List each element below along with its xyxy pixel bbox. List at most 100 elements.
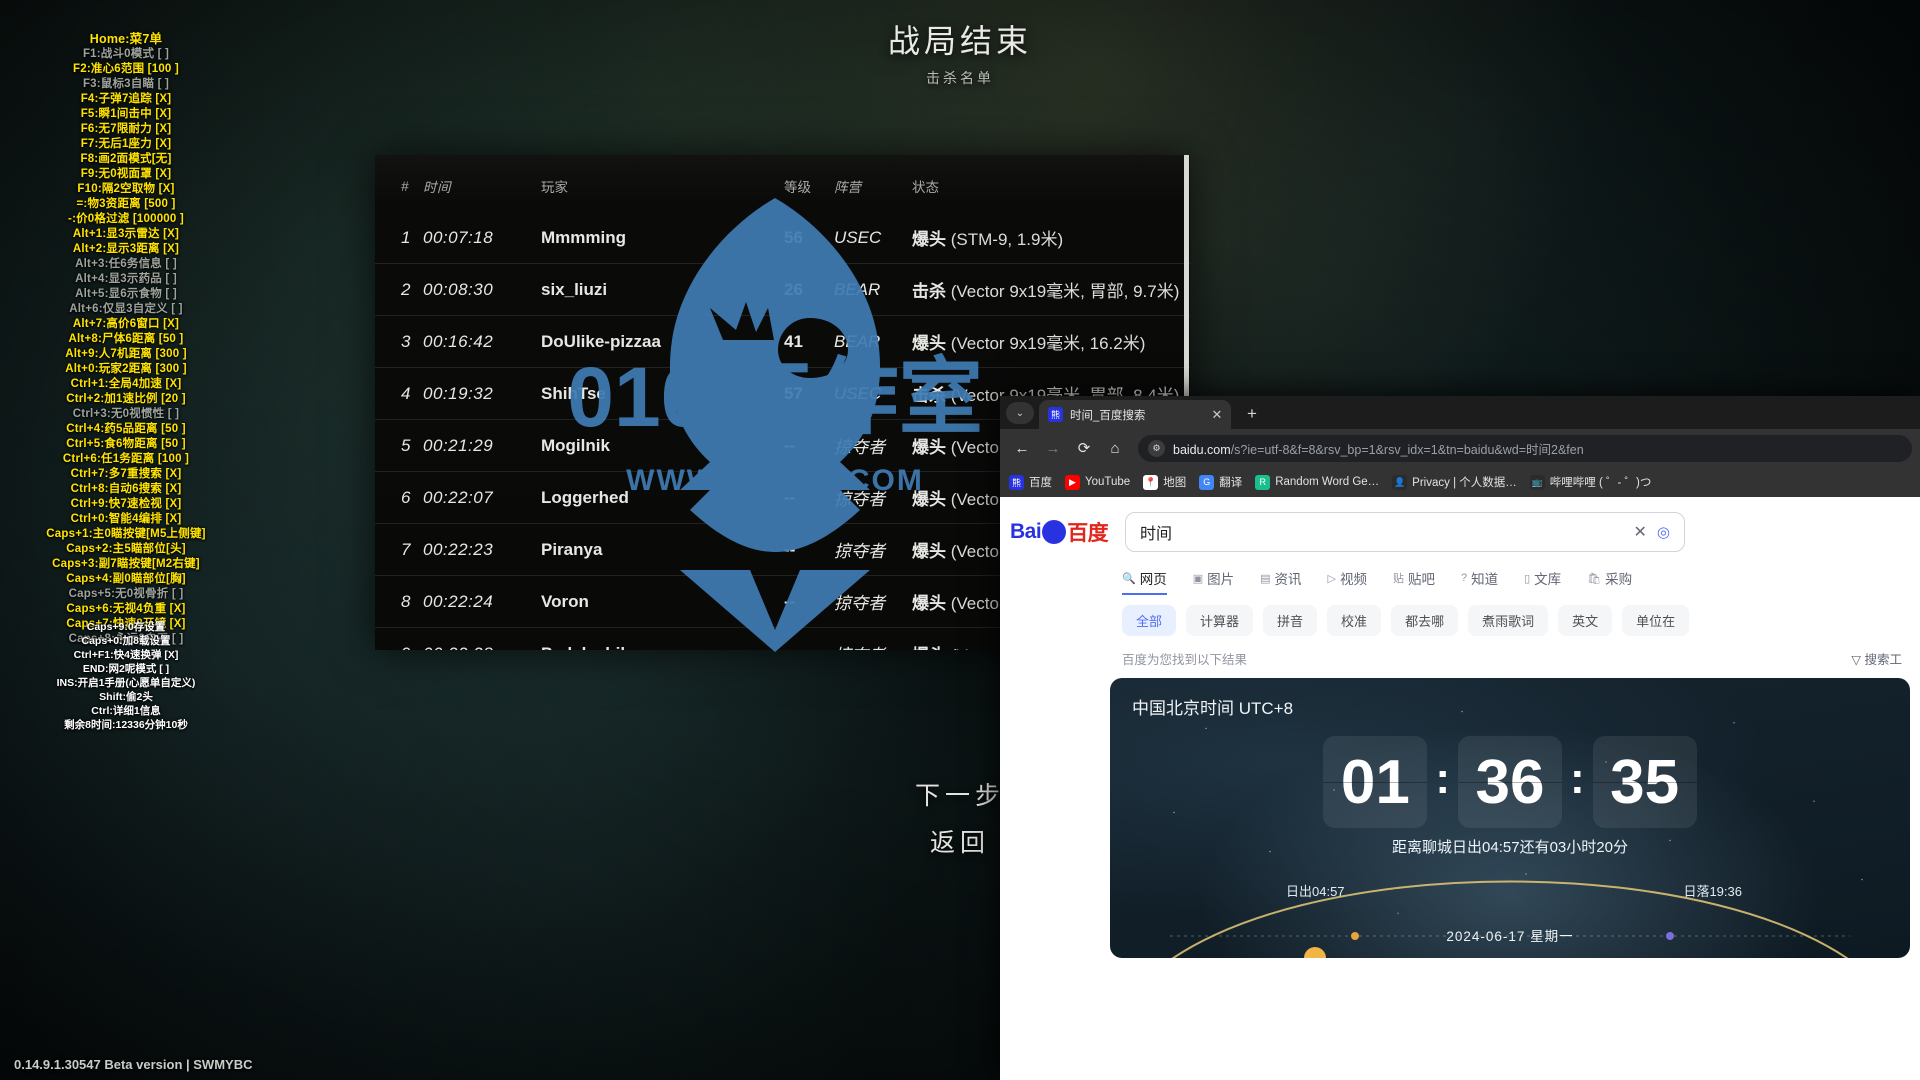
kill-cell-time: 00:22:23: [423, 523, 541, 576]
bookmark-地图[interactable]: 📍 地图: [1143, 474, 1186, 490]
cheat-menu-item[interactable]: F6:无7限耐力 [X]: [0, 122, 252, 137]
browser-tab[interactable]: 熊 时间_百度搜索 ✕: [1039, 400, 1231, 429]
baidu-icon: 熊: [1009, 474, 1024, 490]
kill-cell-rank: 9: [375, 627, 423, 650]
cheat-menu-item[interactable]: -:价0格过滤 [100000 ]: [0, 212, 252, 227]
back-icon[interactable]: ←: [1008, 434, 1036, 462]
cheat-menu-item[interactable]: F5:瞬1间击中 [X]: [0, 107, 252, 122]
news-icon: ▤: [1260, 572, 1271, 585]
cheat-menu-item[interactable]: Ctrl+5:食6物距离 [50 ]: [0, 437, 252, 452]
cheat-menu-item[interactable]: Ctrl+1:全局4加速 [X]: [0, 377, 252, 392]
bookmark-哔哩哔哩 ( ゜- ゜)つ[interactable]: 📺 哔哩哔哩 ( ゜- ゜)つ: [1529, 474, 1651, 490]
filter-chip[interactable]: 煮雨歌词: [1468, 605, 1549, 636]
kill-list-header-4: 阵营: [834, 180, 861, 195]
camera-icon[interactable]: ◎: [1657, 523, 1670, 541]
filter-chip[interactable]: 计算器: [1186, 605, 1254, 636]
cheat-menu-item[interactable]: Ctrl+7:多7重搜索 [X]: [0, 467, 252, 482]
cheat-menu-item[interactable]: Alt+5:显6示食物 [ ]: [0, 287, 252, 302]
forward-icon[interactable]: →: [1039, 434, 1067, 462]
home-icon[interactable]: ⌂: [1101, 434, 1129, 462]
cheat-menu-item[interactable]: Alt+2:显示3距离 [X]: [0, 242, 252, 257]
kill-cell-player: ShihTse: [541, 367, 784, 420]
cheat-menu-item[interactable]: Caps+1:主0瞄按键[M5上侧键]: [0, 527, 252, 542]
cheat-menu-item[interactable]: Ctrl+9:快7速检视 [X]: [0, 497, 252, 512]
cheat-menu-item[interactable]: Ctrl+2:加1速比例 [20 ]: [0, 392, 252, 407]
tab-search-icon[interactable]: ⌄: [1006, 402, 1034, 424]
baidu-tab-文库[interactable]: ▯ 文库: [1524, 568, 1561, 595]
kill-cell-time: 00:16:42: [423, 315, 541, 368]
cheat-menu-item[interactable]: F4:子弹7追踪 [X]: [0, 92, 252, 107]
cheat-menu-item[interactable]: Alt+6:仅显3自定义 [ ]: [0, 302, 252, 317]
cheat-menu-item[interactable]: F10:隔2空取物 [X]: [0, 182, 252, 197]
baidu-tab-知道[interactable]: ? 知道: [1461, 568, 1498, 595]
kill-cell-player: Padalschik: [541, 627, 784, 650]
clear-icon[interactable]: ✕: [1634, 522, 1647, 542]
address-bar-url: baidu.com/s?ie=utf-8&f=8&rsv_bp=1&rsv_id…: [1173, 442, 1584, 457]
kill-cell-level: 56: [784, 227, 803, 247]
filter-chip[interactable]: 全部: [1122, 605, 1177, 636]
cheat-menu-item[interactable]: Caps+3:副7瞄按键[M2右键]: [0, 557, 252, 572]
reload-icon[interactable]: ⟳: [1070, 434, 1098, 462]
bookmark-翻译[interactable]: G 翻译: [1199, 474, 1242, 490]
filter-chip[interactable]: 单位在: [1622, 605, 1690, 636]
filter-chip[interactable]: 英文: [1558, 605, 1613, 636]
bookmark-Random Word Ge…[interactable]: R Random Word Ge…: [1255, 474, 1379, 490]
cheat-menu-item[interactable]: Alt+8:尸体6距离 [50 ]: [0, 332, 252, 347]
bookmark-Privacy | 个人数据…[interactable]: 👤 Privacy | 个人数据…: [1392, 474, 1517, 490]
cheat-menu-item[interactable]: F3:鼠标3自瞄 [ ]: [0, 77, 252, 92]
cheat-menu-item[interactable]: Alt+4:显3示药品 [ ]: [0, 272, 252, 287]
filter-chip[interactable]: 校准: [1327, 605, 1382, 636]
baidu-search-box[interactable]: ✕ ◎: [1125, 512, 1685, 552]
cheat-menu-item[interactable]: Alt+9:人7机距离 [300 ]: [0, 347, 252, 362]
kill-cell-rank: 1: [401, 227, 411, 247]
kill-cell-level: 26: [784, 263, 834, 316]
cheat-menu-item[interactable]: Caps+6:无视4负重 [X]: [0, 602, 252, 617]
site-settings-icon[interactable]: ⚙: [1148, 439, 1165, 457]
bookmark-YouTube[interactable]: ▶ YouTube: [1065, 474, 1130, 490]
kill-cell-side: 掠夺者: [834, 575, 912, 628]
cheat-menu-item[interactable]: Ctrl+6:任1务距离 [100 ]: [0, 452, 252, 467]
cheat-menu-item[interactable]: Alt+1:显3示雷达 [X]: [0, 227, 252, 242]
cheat-menu-footer-item: END:网2呢模式 [ ]: [82, 663, 170, 675]
filter-chip[interactable]: 拼音: [1263, 605, 1318, 636]
kill-cell-player: Mmmming: [541, 227, 626, 247]
bookmark-百度[interactable]: 熊百度: [1009, 474, 1052, 490]
kill-cell-side: 掠夺者: [834, 419, 912, 472]
cheat-menu-item[interactable]: F8:画2面模式[无]: [0, 152, 252, 167]
baidu-tab-贴吧[interactable]: 贴贴吧: [1393, 568, 1435, 595]
cheat-menu-item[interactable]: F1:战斗0模式 [ ]: [0, 47, 252, 62]
cheat-menu-item[interactable]: Caps+2:主5瞄部位[头]: [0, 542, 252, 557]
kill-cell-player: Mogilnik: [541, 419, 784, 472]
kill-cell-rank: 4: [375, 367, 423, 420]
cheat-menu-item[interactable]: Alt+0:玩家2距离 [300 ]: [0, 362, 252, 377]
cheat-menu-item[interactable]: Ctrl+0:智能4编排 [X]: [0, 512, 252, 527]
search-tools-button[interactable]: ▽ 搜索工: [1851, 649, 1902, 668]
cheat-menu-item[interactable]: Caps+4:副0瞄部位[胸]: [0, 572, 252, 587]
baidu-vertical-tabs: 🔍 网页 ▣ 图片 ▤ 资讯 ▷ 视频贴贴吧 ? 知道 ▯ 文库 🛍 采购: [1000, 552, 1920, 595]
clock-colon-2: :: [1570, 754, 1585, 803]
cheat-menu-item[interactable]: Ctrl+3:无0视惯性 [ ]: [0, 407, 252, 422]
baidu-tab-视频[interactable]: ▷ 视频: [1328, 568, 1367, 595]
baidu-tab-资讯[interactable]: ▤ 资讯: [1260, 568, 1301, 595]
address-bar[interactable]: ⚙ baidu.com/s?ie=utf-8&f=8&rsv_bp=1&rsv_…: [1138, 434, 1912, 462]
new-tab-button[interactable]: +: [1239, 401, 1265, 427]
baidu-tab-采购[interactable]: 🛍 采购: [1587, 568, 1632, 595]
baidu-tab-网页[interactable]: 🔍 网页: [1122, 568, 1167, 595]
cheat-menu-item[interactable]: Alt+3:任6务信息 [ ]: [0, 257, 252, 272]
kill-cell-rank: 7: [375, 523, 423, 576]
tieba-icon: 贴: [1392, 573, 1404, 585]
cheat-menu-item[interactable]: Ctrl+4:药5品距离 [50 ]: [0, 422, 252, 437]
cheat-menu-item[interactable]: =:物3资距离 [500 ]: [0, 197, 252, 212]
close-icon[interactable]: ✕: [1209, 407, 1225, 423]
clock-title: 中国北京时间 UTC+8: [1132, 699, 1294, 718]
filter-chip[interactable]: 都去哪: [1391, 605, 1459, 636]
search-input[interactable]: [1140, 523, 1624, 541]
baidu-tab-图片[interactable]: ▣ 图片: [1193, 568, 1234, 595]
cheat-menu-item[interactable]: F9:无0视面罩 [X]: [0, 167, 252, 182]
cheat-menu-item[interactable]: Caps+5:无0视骨折 [ ]: [0, 587, 252, 602]
cheat-menu-item[interactable]: F7:无后1座力 [X]: [0, 137, 252, 152]
cheat-menu-item[interactable]: F2:准心6范围 [100 ]: [0, 62, 252, 77]
cheat-menu-item[interactable]: Alt+7:高价6窗口 [X]: [0, 317, 252, 332]
cheat-menu-item[interactable]: Ctrl+8:自动6搜索 [X]: [0, 482, 252, 497]
baidu-logo[interactable]: Bai 百度: [1010, 515, 1111, 549]
